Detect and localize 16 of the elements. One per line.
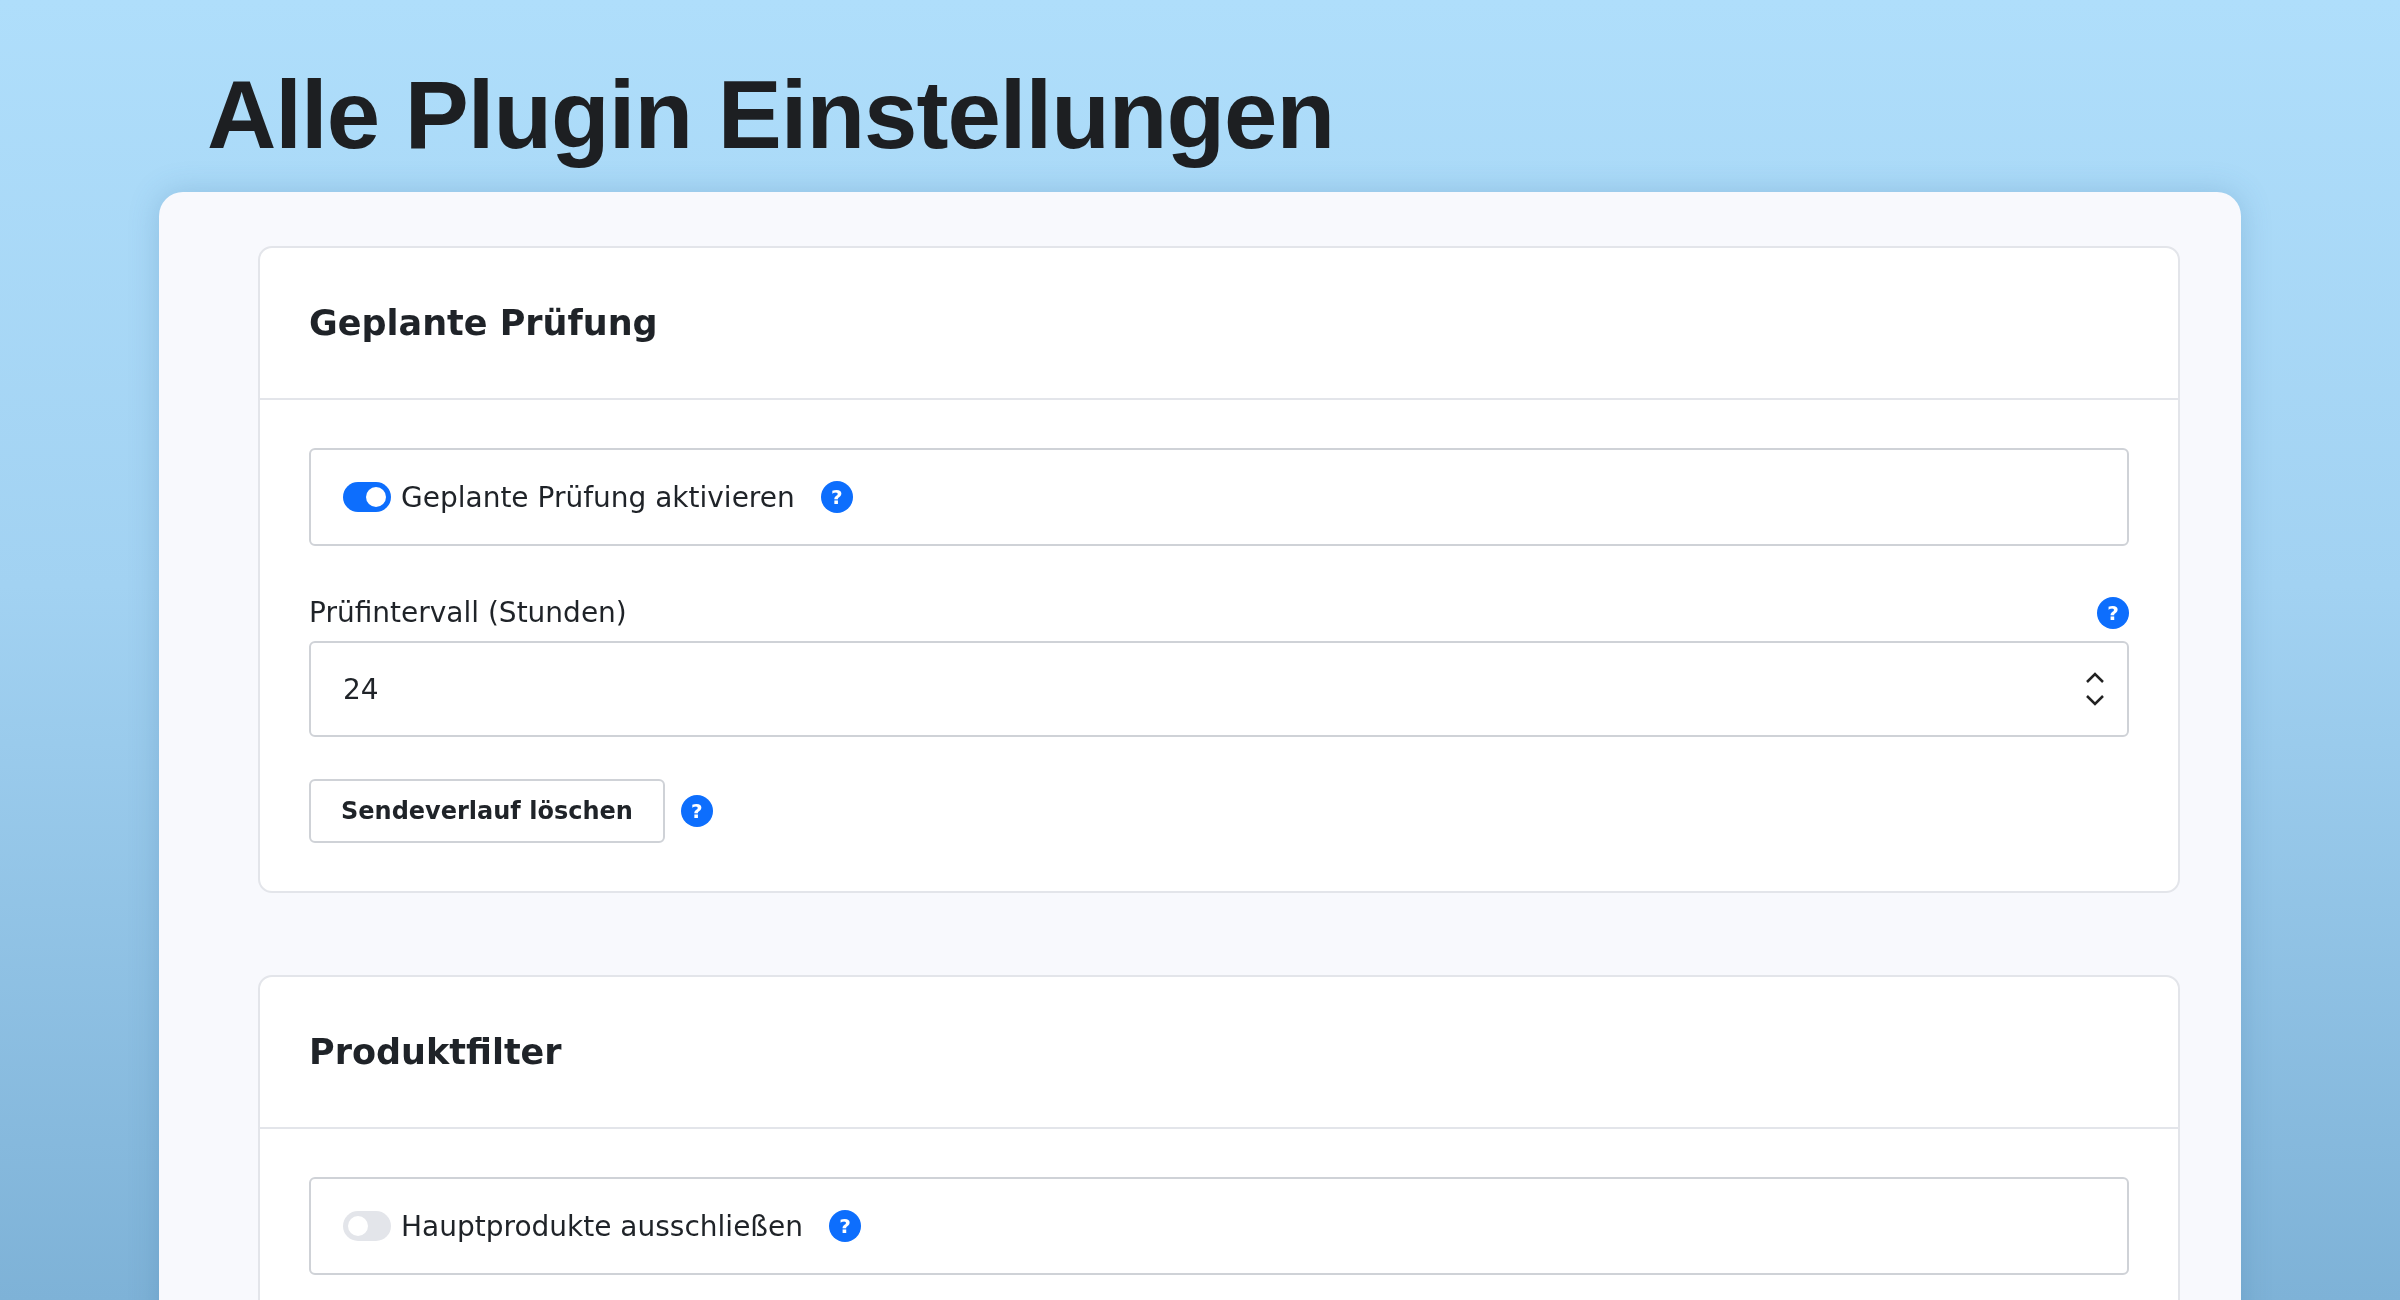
toggle-label: Geplante Prüfung aktivieren [401, 480, 795, 514]
page-title: Alle Plugin Einstellungen [207, 60, 1336, 170]
help-icon[interactable]: ? [828, 1210, 861, 1243]
help-icon[interactable]: ? [2097, 596, 2129, 629]
card-title: Geplante Prüfung [309, 303, 658, 344]
toggle-label: Hauptprodukte ausschließen [401, 1209, 803, 1243]
field-label: Prüfintervall (Stunden) [309, 596, 627, 630]
clear-history-button[interactable]: Sendeverlauf löschen [309, 779, 665, 844]
chevron-up-icon[interactable] [2085, 672, 2105, 685]
number-field[interactable]: 24 [309, 641, 2129, 738]
chevron-down-icon[interactable] [2085, 694, 2105, 707]
help-icon[interactable]: ? [820, 481, 853, 514]
card-title: Produktfilter [309, 1032, 562, 1073]
help-icon[interactable]: ? [680, 795, 713, 828]
toggle-switch[interactable] [343, 482, 391, 513]
toggle-switch[interactable] [343, 1211, 391, 1242]
